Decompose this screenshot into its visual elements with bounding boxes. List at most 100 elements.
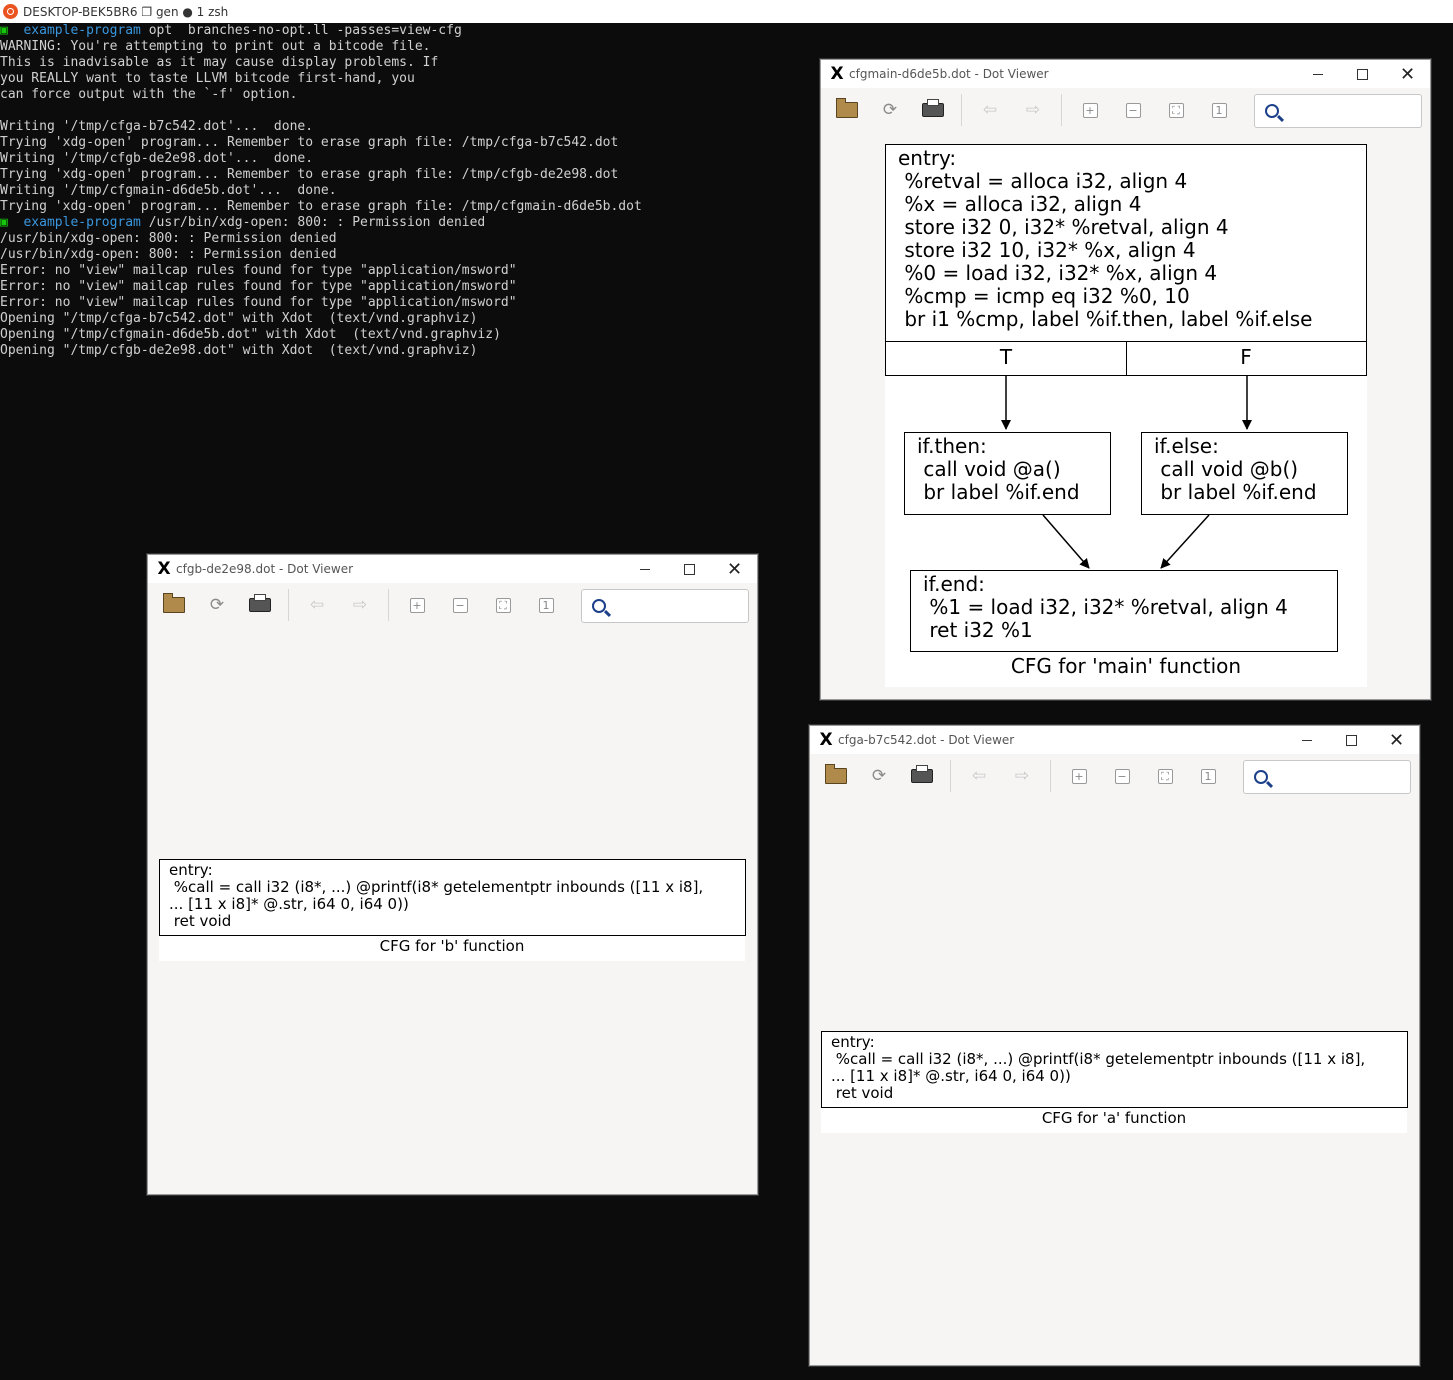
- graph-canvas[interactable]: entry: %call = call i32 (i8*, ...) @prin…: [148, 627, 757, 1194]
- forward-icon: ⇨: [1014, 766, 1030, 786]
- terminal-line: Trying 'xdg-open' program... Remember to…: [0, 199, 815, 215]
- terminal-line: Writing '/tmp/cfga-b7c542.dot'... done.: [0, 119, 815, 135]
- minimize-button[interactable]: [1295, 60, 1340, 88]
- window-titlebar[interactable]: X cfgb-de2e98.dot - Dot Viewer ✕: [148, 555, 757, 583]
- toolbar-separator: [288, 589, 289, 621]
- output-text: WARNING: You're attempting to print out …: [0, 39, 431, 54]
- output-text: This is inadvisable as it may cause disp…: [0, 55, 439, 70]
- terminal-line: This is inadvisable as it may cause disp…: [0, 55, 815, 71]
- node-entry-label: entry: %call = call i32 (i8*, ...) @prin…: [831, 1033, 1366, 1102]
- dot-viewer-window-main[interactable]: X cfgmain-d6de5b.dot - Dot Viewer ✕ ⟳ ⇦ …: [820, 59, 1431, 700]
- back-icon: ⇦: [309, 595, 325, 615]
- zoom-out-icon: −: [1125, 102, 1141, 118]
- dot-viewer-window-a[interactable]: X cfga-b7c542.dot - Dot Viewer ✕ ⟳ ⇦ ⇨ +…: [809, 725, 1420, 1366]
- minimize-button[interactable]: [622, 555, 667, 583]
- node-if-else-label: if.else: call void @b() br label %if.end: [1154, 434, 1317, 504]
- open-button[interactable]: [156, 589, 192, 621]
- maximize-button[interactable]: [667, 555, 712, 583]
- output-text: Writing '/tmp/cfga-b7c542.dot'... done.: [0, 119, 314, 134]
- search-field[interactable]: [1243, 760, 1411, 794]
- reload-button[interactable]: ⟳: [872, 94, 908, 126]
- reload-icon: ⟳: [871, 766, 887, 786]
- zoom-100-button[interactable]: 1: [528, 589, 564, 621]
- dot-viewer-window-b[interactable]: X cfgb-de2e98.dot - Dot Viewer ✕ ⟳ ⇦ ⇨ +…: [147, 554, 758, 1195]
- terminal-output[interactable]: ▣ example-program opt branches-no-opt.ll…: [0, 23, 815, 359]
- zoom-out-button[interactable]: −: [442, 589, 478, 621]
- zoom-fit-button[interactable]: ⛶: [1147, 760, 1183, 792]
- node-entry[interactable]: entry: %call = call i32 (i8*, ...) @prin…: [821, 1031, 1408, 1108]
- node-entry[interactable]: entry: %call = call i32 (i8*, ...) @prin…: [159, 859, 746, 936]
- zoom-100-button[interactable]: 1: [1201, 94, 1237, 126]
- search-input[interactable]: [1280, 768, 1404, 786]
- back-button[interactable]: ⇦: [961, 760, 997, 792]
- open-button[interactable]: [818, 760, 854, 792]
- print-button[interactable]: [915, 94, 951, 126]
- node-if-then-label: if.then: call void @a() br label %if.end: [917, 434, 1080, 504]
- zoom-in-button[interactable]: +: [1061, 760, 1097, 792]
- maximize-button[interactable]: [1329, 726, 1374, 754]
- terminal-line: Opening "/tmp/cfgmain-d6de5b.dot" with X…: [0, 327, 815, 343]
- forward-button[interactable]: ⇨: [1004, 760, 1040, 792]
- port-true-label: T: [999, 345, 1013, 369]
- x-app-icon: X: [157, 559, 171, 579]
- zoom-100-icon: 1: [538, 597, 554, 613]
- forward-button[interactable]: ⇨: [1015, 94, 1051, 126]
- x-app-icon: X: [830, 64, 844, 84]
- output-text: Error: no "view" mailcap rules found for…: [0, 295, 517, 310]
- reload-button[interactable]: ⟳: [861, 760, 897, 792]
- open-button[interactable]: [829, 94, 865, 126]
- close-button[interactable]: ✕: [1374, 726, 1419, 754]
- graph-canvas[interactable]: entry: %call = call i32 (i8*, ...) @prin…: [810, 798, 1419, 1365]
- toolbar: ⟳ ⇦ ⇨ + − ⛶ 1: [810, 754, 1419, 798]
- prompt-icon: ▣: [0, 23, 8, 38]
- zoom-in-icon: +: [1071, 768, 1087, 784]
- print-icon: [911, 765, 933, 783]
- node-if-then[interactable]: if.then: call void @a() br label %if.end: [904, 432, 1111, 515]
- zoom-out-button[interactable]: −: [1115, 94, 1151, 126]
- forward-icon: ⇨: [1025, 100, 1041, 120]
- output-text: /usr/bin/xdg-open: 800: : Permission den…: [0, 231, 337, 246]
- zoom-fit-icon: ⛶: [1157, 768, 1173, 784]
- node-entry-label: entry: %retval = alloca i32, align 4 %x …: [898, 146, 1313, 331]
- node-if-else[interactable]: if.else: call void @b() br label %if.end: [1141, 432, 1348, 515]
- node-if-end[interactable]: if.end: %1 = load i32, i32* %retval, ali…: [910, 570, 1338, 652]
- zoom-in-button[interactable]: +: [1072, 94, 1108, 126]
- zoom-fit-button[interactable]: ⛶: [1158, 94, 1194, 126]
- minimize-button[interactable]: [1284, 726, 1329, 754]
- zoom-out-button[interactable]: −: [1104, 760, 1140, 792]
- search-field[interactable]: [1254, 94, 1422, 128]
- output-text: /usr/bin/xdg-open: 800: : Permission den…: [0, 247, 337, 262]
- zoom-100-button[interactable]: 1: [1190, 760, 1226, 792]
- back-icon: ⇦: [982, 100, 998, 120]
- graph-canvas[interactable]: entry: %retval = alloca i32, align 4 %x …: [821, 132, 1430, 699]
- window-titlebar[interactable]: X cfga-b7c542.dot - Dot Viewer ✕: [810, 726, 1419, 754]
- terminal-line: Error: no "view" mailcap rules found for…: [0, 279, 815, 295]
- terminal-line: Writing '/tmp/cfgmain-d6de5b.dot'... don…: [0, 183, 815, 199]
- forward-button[interactable]: ⇨: [342, 589, 378, 621]
- open-icon: [825, 764, 847, 784]
- zoom-in-button[interactable]: +: [399, 589, 435, 621]
- back-button[interactable]: ⇦: [299, 589, 335, 621]
- search-input[interactable]: [1291, 102, 1415, 120]
- zoom-fit-button[interactable]: ⛶: [485, 589, 521, 621]
- window-titlebar[interactable]: X cfgmain-d6de5b.dot - Dot Viewer ✕: [821, 60, 1430, 88]
- output-text: Opening "/tmp/cfgmain-d6de5b.dot" with X…: [0, 327, 501, 342]
- print-button[interactable]: [242, 589, 278, 621]
- toolbar-separator: [961, 94, 962, 126]
- search-field[interactable]: [581, 589, 749, 623]
- print-button[interactable]: [904, 760, 940, 792]
- zoom-out-icon: −: [452, 597, 468, 613]
- maximize-button[interactable]: [1340, 60, 1385, 88]
- close-button[interactable]: ✕: [1385, 60, 1430, 88]
- node-entry[interactable]: entry: %retval = alloca i32, align 4 %x …: [885, 144, 1367, 376]
- reload-icon: ⟳: [882, 100, 898, 120]
- terminal-line: WARNING: You're attempting to print out …: [0, 39, 815, 55]
- search-input[interactable]: [618, 597, 742, 615]
- reload-button[interactable]: ⟳: [199, 589, 235, 621]
- forward-icon: ⇨: [352, 595, 368, 615]
- search-icon: [592, 599, 606, 613]
- back-button[interactable]: ⇦: [972, 94, 1008, 126]
- zoom-in-icon: +: [409, 597, 425, 613]
- close-button[interactable]: ✕: [712, 555, 757, 583]
